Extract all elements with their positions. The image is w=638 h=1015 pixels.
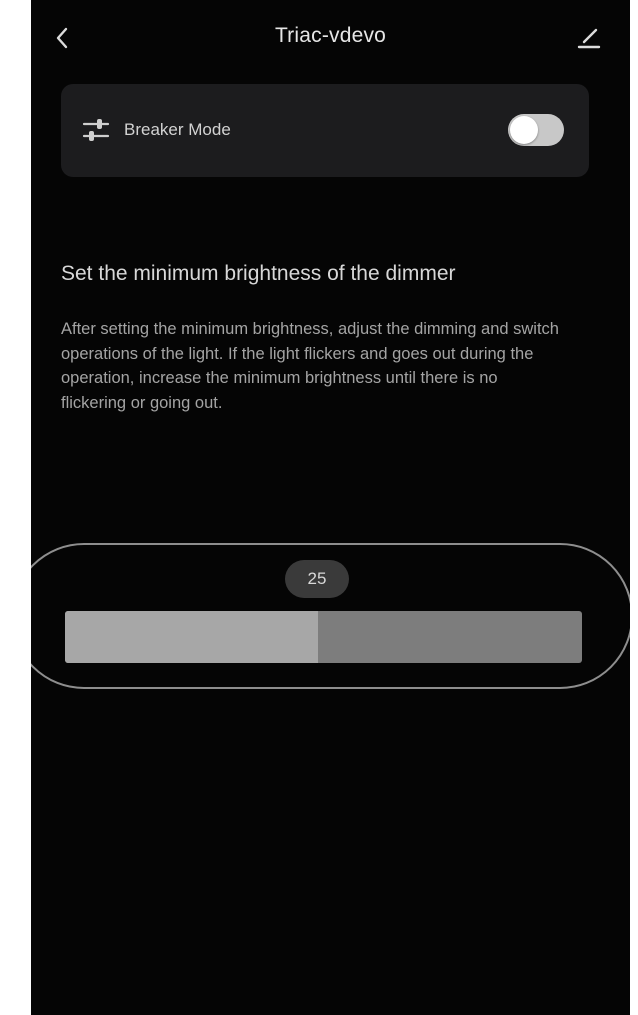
brightness-slider[interactable]	[65, 611, 582, 663]
page-title: Triac-vdevo	[274, 24, 387, 47]
brightness-heading: Set the minimum brightness of the dimmer	[61, 262, 456, 285]
toggle-knob	[510, 116, 538, 144]
breaker-mode-label: Breaker Mode	[124, 120, 231, 139]
pencil-icon	[577, 28, 601, 49]
edit-button[interactable]	[571, 20, 607, 56]
breaker-mode-toggle[interactable]	[508, 114, 564, 146]
brightness-value-bubble: 25	[285, 560, 349, 598]
brightness-description: After setting the minimum brightness, ad…	[61, 320, 559, 412]
top-bar: Triac-vdevo	[31, 0, 630, 80]
device-screen: Triac-vdevo Breaker Mode Set the minimum…	[31, 0, 630, 1015]
slider-fill	[65, 611, 319, 663]
sliders-icon	[82, 119, 110, 141]
breaker-mode-card: Breaker Mode	[61, 84, 589, 177]
